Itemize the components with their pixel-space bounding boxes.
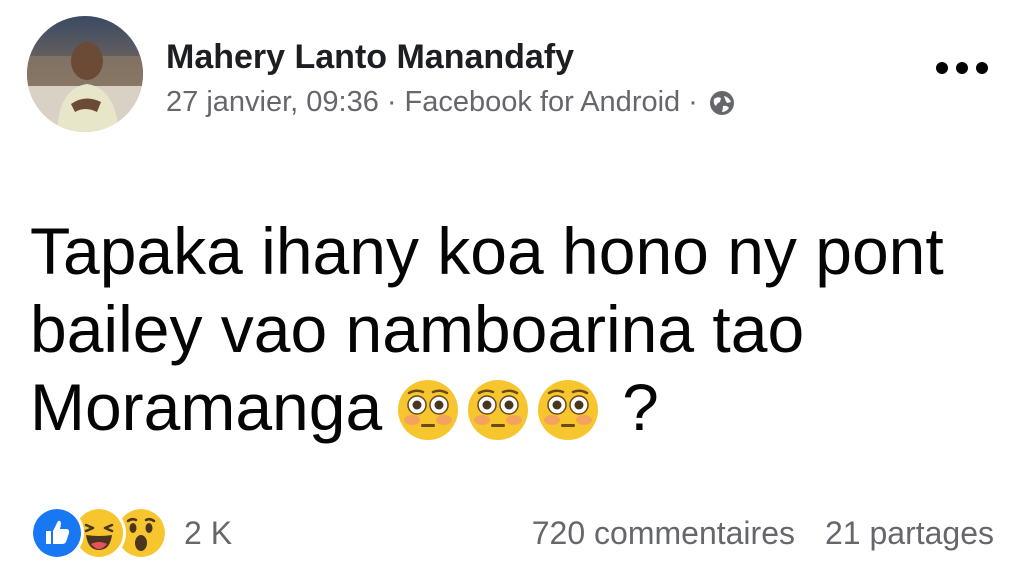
avatar[interactable]	[27, 16, 143, 132]
meta-separator: ·	[688, 86, 698, 118]
globe-icon[interactable]	[708, 89, 736, 117]
post-stats: 720 commentaires 21 partages	[532, 505, 994, 561]
post-text: Tapaka ihany koa hono ny pont bailey vao…	[30, 212, 990, 446]
post-text-question-mark: ?	[622, 370, 659, 444]
post-text-word: Moramanga	[30, 370, 383, 444]
post-meta: 27 janvier, 09:36 · Facebook for Android…	[166, 86, 736, 119]
post-text-line-last: Moramanga ?	[30, 368, 990, 446]
post-footer: 2 K 720 commentaires 21 partages	[30, 505, 994, 561]
flushed-face-emoji-icon	[398, 380, 459, 440]
like-icon	[30, 506, 84, 560]
post-text-line: bailey vao namboarina tao	[30, 292, 805, 366]
author-name[interactable]: Mahery Lanto Manandafy	[166, 38, 574, 77]
comments-count[interactable]: 720 commentaires	[532, 515, 795, 552]
reactions-summary[interactable]: 2 K	[30, 505, 232, 561]
reaction-count[interactable]: 2 K	[184, 515, 232, 552]
post-source: Facebook for Android	[404, 86, 681, 118]
post-timestamp[interactable]: 27 janvier, 09:36	[166, 86, 379, 119]
post-text-line: Tapaka ihany koa hono ny pont	[30, 214, 944, 288]
more-options-icon[interactable]	[936, 58, 988, 78]
shares-count[interactable]: 21 partages	[825, 515, 994, 552]
meta-separator: ·	[386, 86, 397, 118]
facebook-post: Mahery Lanto Manandafy 27 janvier, 09:36…	[0, 0, 1024, 572]
flushed-face-emoji-icon	[538, 380, 599, 440]
flushed-face-emoji-icon	[468, 380, 529, 440]
